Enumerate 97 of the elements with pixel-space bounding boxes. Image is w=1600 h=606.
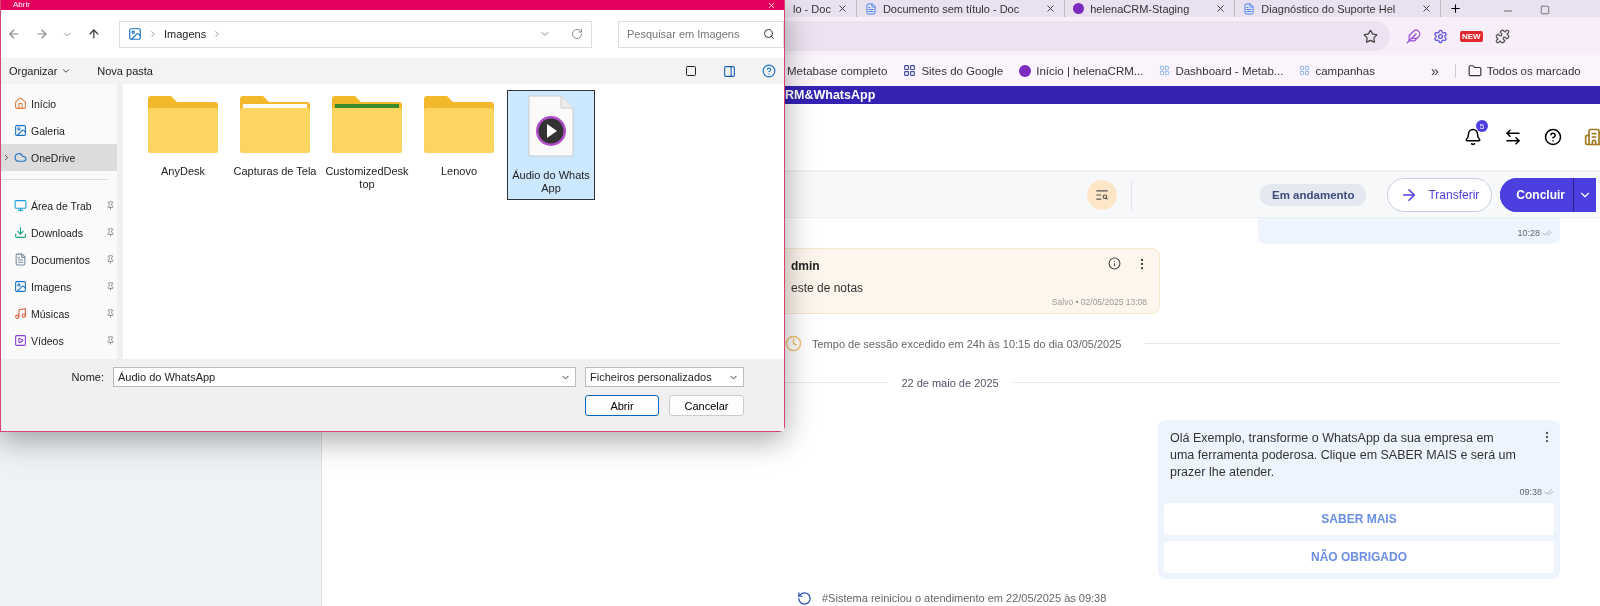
message-time: 10:28 <box>1517 228 1540 238</box>
refresh-icon[interactable] <box>570 28 583 40</box>
bookmark-link[interactable]: Todos os marcado <box>1486 64 1581 77</box>
back-icon[interactable] <box>7 27 21 41</box>
path-field[interactable]: Imagens <box>119 20 592 48</box>
message-text: Olá Exemplo, transforme o WhatsApp da sua empresa em uma ferramenta poderosa. Clique em SABER MAIS e será um prazer lhe atender. <box>1169 430 1517 481</box>
nav-item[interactable]: OneDrive <box>1 144 117 171</box>
double-check-icon <box>1542 228 1552 238</box>
chevron-icon <box>148 29 158 39</box>
dots-icon <box>1299 65 1311 76</box>
search-field[interactable]: Pesquisar em Imagens <box>617 20 784 48</box>
nav-item[interactable]: Início <box>1 90 117 117</box>
folder-icon <box>423 95 495 153</box>
text-search-icon <box>1095 187 1109 202</box>
bell-icon[interactable] <box>1464 128 1482 146</box>
preview-pane-icon[interactable] <box>723 64 736 78</box>
new-folder-button[interactable]: Nova pasta <box>97 65 153 77</box>
bookmark-link[interactable]: Dashboard - Metab... <box>1175 64 1284 77</box>
document-icon <box>864 2 877 15</box>
building-icon[interactable] <box>1584 127 1600 147</box>
home-icon <box>14 97 27 110</box>
puzzle-icon[interactable] <box>1494 28 1510 44</box>
more-bookmarks-button[interactable]: » <box>1430 62 1439 79</box>
audio-file-icon <box>527 95 575 157</box>
cancel-button[interactable]: Cancelar <box>669 395 744 416</box>
file-item[interactable]: Lenovo <box>415 90 503 183</box>
system-notice: #Sistema reiniciou o atendimento em 22/05/2025 às 09:38 <box>822 592 1107 605</box>
nav-item[interactable]: Galeria <box>1 117 117 144</box>
help-icon[interactable] <box>1544 128 1562 146</box>
maximize-icon[interactable] <box>1540 5 1550 15</box>
session-notice: Tempo de sessão excedido em 24h às 10:15 do dia 03/05/2025 <box>812 337 1122 350</box>
up-icon[interactable] <box>87 27 101 41</box>
note-text: este de notas <box>791 281 864 295</box>
nav-item[interactable]: Músicas <box>1 300 117 327</box>
gallery-icon <box>14 124 27 137</box>
file-item[interactable]: Áudio do WhatsApp <box>507 90 595 200</box>
dots-icon <box>1159 65 1171 76</box>
video-icon <box>14 334 27 347</box>
restart-icon <box>797 591 812 606</box>
folder-with-image-icon <box>331 95 403 153</box>
close-icon[interactable] <box>1045 3 1057 14</box>
document-icon <box>1243 2 1256 15</box>
new-tab-icon[interactable] <box>1449 2 1463 15</box>
nav-item[interactable]: Vídeos <box>1 327 117 354</box>
folder-icon <box>147 95 219 153</box>
feather-icon[interactable] <box>1406 28 1421 44</box>
double-check-icon <box>1544 487 1554 497</box>
file-item[interactable]: AnyDesk <box>139 90 227 183</box>
search-icon <box>763 28 775 40</box>
download-icon <box>14 226 27 239</box>
dialog-title: Abrir <box>13 1 30 9</box>
monitor-icon <box>14 199 27 212</box>
notification-count: 5 <box>1476 120 1488 132</box>
close-icon[interactable] <box>1421 3 1433 14</box>
nav-item[interactable]: Documentos <box>1 246 117 273</box>
message-time: 09:38 <box>1519 487 1542 497</box>
close-icon[interactable] <box>1215 3 1227 14</box>
extension-badge[interactable]: NEW <box>1460 30 1483 42</box>
search-filter-button[interactable] <box>1087 179 1117 210</box>
music-icon <box>14 307 27 320</box>
transfer-button[interactable]: Transferir <box>1387 177 1493 212</box>
star-icon[interactable] <box>1363 28 1378 44</box>
nav-item[interactable]: Área de Trab <box>1 192 117 219</box>
date-divider-label: 22 de maio de 2025 <box>901 376 999 389</box>
file-type-dropdown[interactable]: Ficheiros personalizados <box>585 367 744 387</box>
bookmark-link[interactable]: campanhas <box>1315 64 1375 77</box>
bookmark-link[interactable]: Sites do Google <box>921 64 1004 77</box>
picture-icon <box>14 280 27 293</box>
picture-icon <box>128 27 142 41</box>
note-author: dmin <box>791 259 820 273</box>
swap-icon[interactable] <box>1504 128 1522 146</box>
info-icon[interactable] <box>1108 257 1121 270</box>
view-icon[interactable] <box>685 65 697 77</box>
file-name-field[interactable]: Áudio do WhatsApp <box>113 367 576 387</box>
nav-item[interactable]: Downloads <box>1 219 117 246</box>
file-item[interactable]: CustomizedDesktop <box>323 90 411 196</box>
folder-with-document-icon <box>239 95 311 153</box>
nav-item[interactable]: Imagens <box>1 273 117 300</box>
gear-icon[interactable] <box>1433 28 1448 44</box>
clock-icon <box>785 335 802 353</box>
document-icon <box>14 253 27 266</box>
expand-icon[interactable] <box>2 153 11 162</box>
caret-icon <box>61 66 72 76</box>
organize-menu[interactable]: Organizar <box>9 65 72 77</box>
grid-icon <box>903 64 917 77</box>
forward-icon[interactable] <box>34 27 49 41</box>
bookmark-link[interactable]: Início | helenaCRM... <box>1036 64 1144 77</box>
status-badge: Em andamento <box>1260 183 1367 206</box>
file-item[interactable]: Capturas de Tela <box>231 90 319 183</box>
close-icon[interactable] <box>836 3 848 14</box>
app-banner-title: RM&WhatsApp <box>785 88 876 102</box>
note-timestamp: Salvo • 02/05/2025 13:08 <box>1051 297 1147 307</box>
cloud-icon <box>14 151 27 164</box>
folder-icon <box>1467 63 1482 78</box>
bookmark-link[interactable]: Metabase completo <box>787 64 888 77</box>
open-button[interactable]: Abrir <box>585 395 659 416</box>
name-label: Nome: <box>71 371 104 383</box>
